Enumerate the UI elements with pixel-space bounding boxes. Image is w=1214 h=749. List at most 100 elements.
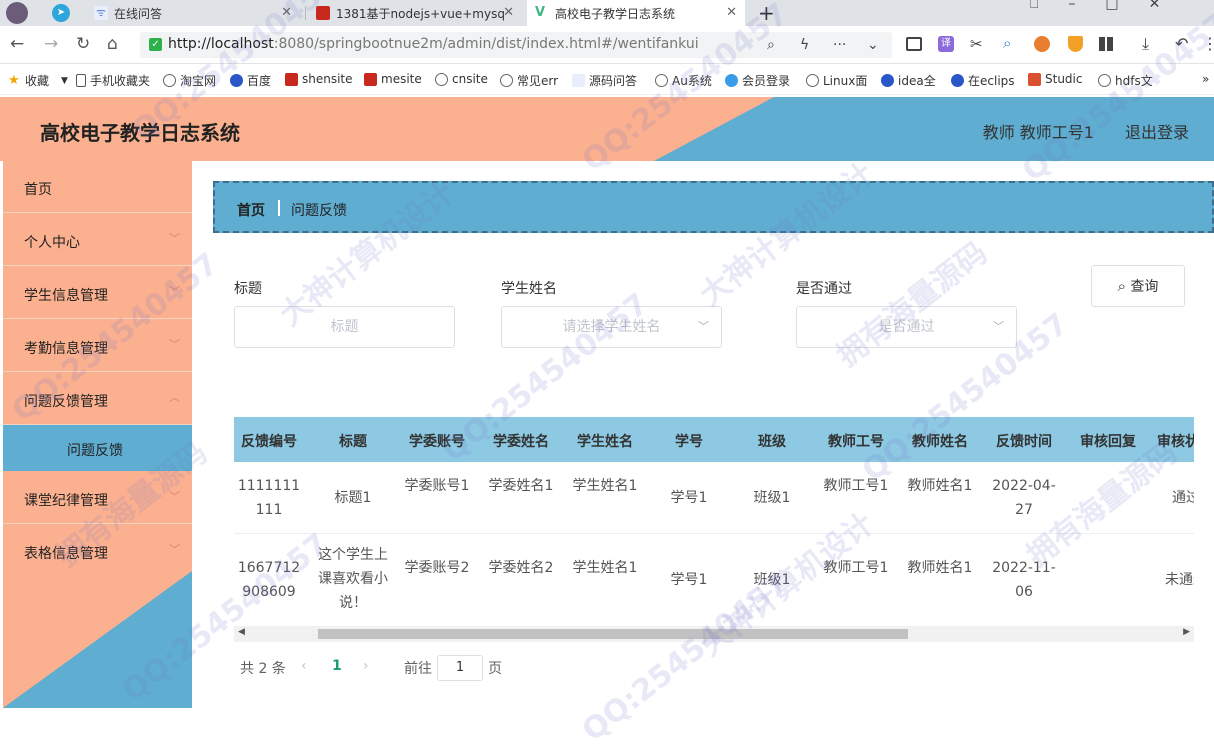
sidebar: 首页 个人中心 ﹀ 学生信息管理 ﹀ 考勤信息管理 ﹀ 问题反馈管理 ︿ 问题反… [3, 161, 192, 708]
window-controls[interactable]: ⎕–□✕ [1030, 0, 1190, 12]
address-bar[interactable]: ✓ http://localhost:8080/springbootnue2m/… [140, 32, 892, 58]
pass-filter-select[interactable]: 是否通过 ﹀ [796, 306, 1017, 348]
dropdown-chevron-icon[interactable]: ⌄ [867, 37, 879, 53]
bookmark-item[interactable]: 源码问答 [572, 72, 637, 89]
home-icon[interactable]: ⌂ [107, 35, 118, 53]
translate-icon[interactable]: 译 [938, 36, 954, 52]
bookmark-label: Studic [1045, 72, 1083, 86]
bookmark-label: 收藏 [25, 74, 50, 88]
bookmark-item[interactable]: Au系统 [655, 72, 712, 89]
close-tab-icon[interactable]: ✕ [503, 5, 514, 20]
tab-nodejs[interactable]: 1381基于nodejs+vue+mysq ✕ [308, 0, 522, 26]
tab-online-qa[interactable]: ᯤ 在线问答 ✕ [86, 0, 300, 26]
scroll-left-icon[interactable]: ◀ [238, 627, 245, 637]
bookmark-item[interactable]: 在eclips [951, 72, 1015, 89]
back-arrow-icon[interactable]: ← [10, 35, 24, 53]
table-row[interactable]: 1667712908609 这个学生上课喜欢看小说！ 学委账号2 学委姓名2 学… [234, 534, 1194, 625]
pass-filter-label: 是否通过 [796, 281, 852, 297]
apps-grid-icon[interactable] [1099, 37, 1113, 51]
prev-page-icon[interactable]: ‹ [301, 658, 307, 674]
close-tab-icon[interactable]: ✕ [281, 5, 292, 20]
feedback-table: 反馈编号 标题 学委账号 学委姓名 学生姓名 学号 班级 教师工号 教师姓名 反… [234, 417, 1194, 625]
sidebar-item-student-info[interactable]: 学生信息管理 ﹀ [3, 267, 192, 319]
bookmark-label: cnsite [452, 72, 488, 86]
table-cell: 教师工号1 [823, 478, 889, 494]
bookmark-item[interactable]: Studic [1028, 72, 1082, 86]
bookmark-item[interactable]: 百度 [230, 72, 271, 89]
bookmark-label: 常见err [517, 74, 559, 88]
bookmark-item[interactable]: 淘宝网 [163, 72, 216, 89]
search-extension-icon[interactable]: ⌕ [1003, 34, 1011, 52]
telegram-icon[interactable]: ➤ [52, 4, 70, 22]
sidebar-item-personal-center[interactable]: 个人中心 ﹀ [3, 214, 192, 266]
sidebar-item-label: 课堂纪律管理 [24, 493, 108, 509]
bookmark-item[interactable]: hdfs文 [1098, 72, 1153, 89]
wifi-icon [572, 74, 585, 87]
page-number-current[interactable]: 1 [332, 658, 342, 674]
title-filter-input[interactable]: 标题 [234, 306, 455, 348]
breadcrumb-separator [278, 200, 280, 216]
shield-extension-icon[interactable] [1068, 36, 1083, 52]
table-row[interactable]: 1111111111 标题1 学委账号1 学委姓名1 学生姓名1 学号1 班级1… [234, 462, 1194, 534]
vue-favicon-icon: V [535, 5, 546, 20]
profile-avatar[interactable] [6, 2, 28, 24]
bookmark-label: 淘宝网 [180, 74, 217, 88]
table-cell: 学委姓名2 [488, 560, 554, 576]
student-filter-select[interactable]: 请选择学生姓名 ﹀ [501, 306, 722, 348]
sidebar-item-feedback-management[interactable]: 问题反馈管理 ︿ [3, 373, 192, 425]
search-icon: ⌕ [1117, 277, 1126, 295]
globe-icon [163, 74, 176, 87]
breadcrumb-home[interactable]: 首页 [237, 200, 265, 220]
scissors-icon[interactable]: ✂ [970, 35, 983, 53]
bookmark-favorites[interactable]: ★ 收藏 ▼ [8, 72, 68, 89]
sidebar-item-feedback[interactable]: 问题反馈 [3, 425, 192, 471]
more-icon[interactable]: ··· [833, 37, 846, 53]
chevron-down-icon: ﹀ [169, 490, 180, 503]
bookmark-item[interactable]: mesite [364, 72, 422, 86]
scrollbar-thumb[interactable] [318, 629, 908, 639]
next-page-icon[interactable]: › [363, 658, 369, 674]
secure-shield-icon: ✓ [149, 38, 162, 51]
query-button[interactable]: ⌕ 查询 [1091, 265, 1185, 307]
sidebar-item-discipline[interactable]: 课堂纪律管理 ﹀ [3, 472, 192, 524]
undo-icon[interactable]: ↶ [1175, 34, 1188, 53]
bookmark-item[interactable]: 手机收藏夹 [76, 72, 150, 89]
pagination-total: 共 2 条 [240, 661, 286, 677]
tab-label: 高校电子教学日志系统 [555, 6, 676, 21]
page-jump-input[interactable]: 1 [437, 655, 483, 681]
reload-icon[interactable]: ↻ [76, 35, 90, 53]
fox-extension-icon[interactable] [1034, 36, 1050, 52]
close-tab-icon[interactable]: ✕ [726, 5, 737, 20]
tab-current-app[interactable]: V 高校电子教学日志系统 ✕ [527, 0, 745, 26]
title-filter-label: 标题 [234, 281, 262, 297]
bookmark-item[interactable]: Linux面 [806, 72, 867, 89]
table-cell: 1667712908609 [237, 560, 301, 600]
table-horizontal-scrollbar[interactable]: ◀ ▶ [234, 626, 1194, 642]
tab-label: 在线问答 [114, 6, 163, 21]
url-host: http://localhost [168, 36, 274, 52]
bookmark-overflow-icon[interactable]: » [1202, 72, 1209, 86]
new-tab-button[interactable]: + [758, 1, 775, 25]
download-icon[interactable]: ⤓ [1142, 34, 1149, 54]
lightning-icon[interactable]: ϟ [800, 37, 809, 53]
zoom-icon[interactable]: ⌕ [767, 37, 775, 53]
pagination-goto-label: 前往 [404, 661, 432, 677]
sidebar-item-label: 表格信息管理 [24, 546, 108, 562]
url-path: :8080/springbootnue2m/admin/dist/index.h… [273, 36, 699, 52]
bookmark-item[interactable]: idea全 [881, 72, 936, 89]
phone-icon [76, 74, 86, 87]
sidebar-item-forms[interactable]: 表格信息管理 ﹀ [3, 525, 192, 577]
bookmark-item[interactable]: cnsite [435, 72, 488, 86]
bookmark-item[interactable]: 会员登录 [725, 72, 790, 89]
forward-arrow-icon[interactable]: → [44, 35, 58, 53]
sidebar-item-attendance[interactable]: 考勤信息管理 ﹀ [3, 320, 192, 372]
bookmark-item[interactable]: 常见err [500, 72, 558, 89]
cloud-icon [725, 74, 738, 87]
scroll-right-icon[interactable]: ▶ [1183, 627, 1190, 637]
logout-button[interactable]: 退出登录 [1125, 119, 1189, 143]
bookmark-item[interactable]: shensite [285, 72, 353, 86]
menu-icon[interactable]: ⋮ [1202, 34, 1214, 53]
url-text[interactable]: http://localhost:8080/springbootnue2m/ad… [168, 36, 699, 52]
sidebar-item-home[interactable]: 首页 [3, 161, 192, 213]
reader-icon[interactable] [906, 37, 922, 51]
